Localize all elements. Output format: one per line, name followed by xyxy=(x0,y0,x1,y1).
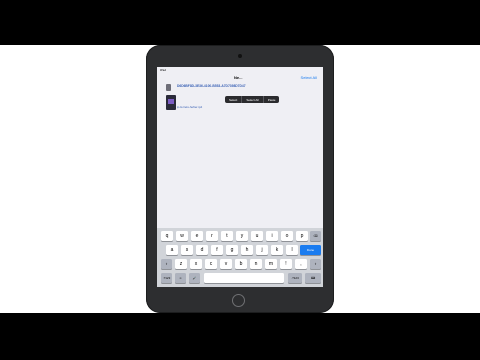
key-s[interactable]: s xyxy=(181,245,193,255)
key-r[interactable]: r xyxy=(206,231,218,241)
onscreen-keyboard: q w e r t y u i o p ⌫ a s d f g h j k l … xyxy=(157,228,323,287)
numbers-key[interactable]: .?123 xyxy=(161,273,172,283)
microphone-key[interactable]: 🎤 xyxy=(189,273,200,283)
key-j[interactable]: j xyxy=(256,245,268,255)
key-k[interactable]: k xyxy=(271,245,283,255)
key-comma[interactable]: , xyxy=(295,259,307,269)
key-i[interactable]: i xyxy=(266,231,278,241)
key-z[interactable]: z xyxy=(175,259,187,269)
numbers-key-right[interactable]: .?123 xyxy=(288,273,302,283)
edit-menu-paste[interactable]: Paste xyxy=(264,96,280,103)
key-g[interactable]: g xyxy=(226,245,238,255)
edit-menu-select[interactable]: Select xyxy=(225,96,243,103)
key-l[interactable]: l xyxy=(286,245,298,255)
key-u[interactable]: u xyxy=(251,231,263,241)
document-icon xyxy=(166,84,171,91)
home-button[interactable] xyxy=(232,294,245,307)
key-y[interactable]: y xyxy=(236,231,248,241)
key-c[interactable]: c xyxy=(205,259,217,269)
key-b[interactable]: b xyxy=(235,259,247,269)
front-camera xyxy=(238,54,242,58)
key-h[interactable]: h xyxy=(241,245,253,255)
emoji-key[interactable]: ☺ xyxy=(175,273,186,283)
nav-title: Ne... xyxy=(234,75,243,80)
shift-right-key[interactable]: ⇧ xyxy=(310,259,321,269)
video-letterbox-bottom xyxy=(0,313,480,360)
key-v[interactable]: v xyxy=(220,259,232,269)
selected-file-label: ip-ferrets-hefter.ip4 xyxy=(177,105,203,109)
shift-left-key[interactable]: ⇧ xyxy=(161,259,172,269)
key-n[interactable]: n xyxy=(250,259,262,269)
key-f[interactable]: f xyxy=(211,245,223,255)
key-x[interactable]: x xyxy=(190,259,202,269)
key-a[interactable]: a xyxy=(166,245,178,255)
navigation-bar: Ne... Select All xyxy=(157,72,323,83)
key-m[interactable]: m xyxy=(265,259,277,269)
key-t[interactable]: t xyxy=(221,231,233,241)
key-p[interactable]: p xyxy=(296,231,308,241)
video-letterbox-top xyxy=(0,0,480,45)
space-key[interactable] xyxy=(204,273,284,283)
edit-menu: Select Select All Paste xyxy=(225,96,280,103)
done-key[interactable]: Done xyxy=(300,245,321,255)
file-row[interactable]: D6D6BF8D-3E36-4100-B553-A7D7398D7D47 xyxy=(166,83,316,93)
key-o[interactable]: o xyxy=(281,231,293,241)
video-thumbnail xyxy=(166,95,176,110)
backspace-key[interactable]: ⌫ xyxy=(310,231,321,241)
key-w[interactable]: w xyxy=(176,231,188,241)
hide-keyboard-key[interactable]: ⌨ xyxy=(305,273,321,283)
select-all-button[interactable]: Select All xyxy=(301,75,317,80)
key-exclamation[interactable]: ! xyxy=(280,259,292,269)
file-name: D6D6BF8D-3E36-4100-B553-A7D7398D7D47 xyxy=(177,84,246,88)
key-d[interactable]: d xyxy=(196,245,208,255)
ipad-screen: iPad Ne... Select All D6D6BF8D-3E36-4100… xyxy=(157,67,323,287)
edit-menu-select-all[interactable]: Select All xyxy=(242,96,264,103)
key-e[interactable]: e xyxy=(191,231,203,241)
key-q[interactable]: q xyxy=(161,231,173,241)
